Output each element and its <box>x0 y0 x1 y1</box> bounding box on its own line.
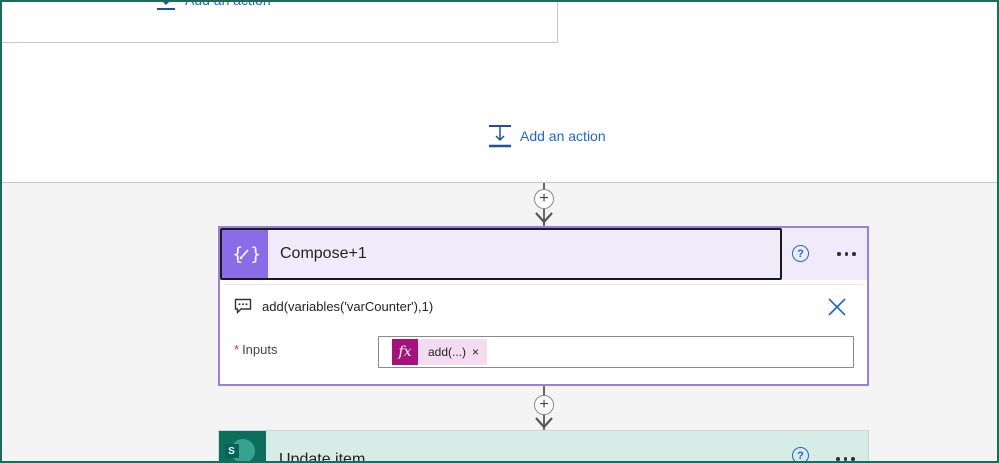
expression-token[interactable]: fx add(...) × <box>392 339 488 365</box>
flow-canvas: Add an action Add an action + {Compose+… <box>0 0 999 463</box>
compose-title[interactable]: Compose+1 <box>280 245 367 263</box>
comment-icon <box>234 298 252 314</box>
svg-text:{: { <box>232 244 243 265</box>
comment-row: add(variables('varCounter'),1) <box>234 298 433 314</box>
token-text: add(...) <box>428 345 467 359</box>
add-action-label: Add an action <box>520 128 606 144</box>
arrow-down-icon <box>535 212 553 224</box>
plus-icon: + <box>539 190 549 207</box>
compose-card-header[interactable]: { } Compose+1 ? <box>220 228 867 280</box>
add-action-link[interactable]: Add an action <box>488 124 606 148</box>
update-item-title[interactable]: Update item <box>279 451 365 461</box>
more-options-icon[interactable] <box>836 457 855 461</box>
divider <box>224 284 863 285</box>
insert-step-button[interactable]: + <box>534 395 554 415</box>
inputs-field[interactable]: fx add(...) × <box>378 336 854 368</box>
add-action-link-partial[interactable]: Add an action <box>155 0 271 11</box>
help-icon[interactable]: ? <box>792 447 809 461</box>
inputs-label: * Inputs <box>234 342 278 357</box>
compose-braces-icon: { } <box>222 230 268 278</box>
add-action-label: Add an action <box>185 0 271 8</box>
plus-icon: + <box>539 396 549 413</box>
arrow-down-icon <box>535 417 553 429</box>
update-item-action-card[interactable]: S Update item ? <box>218 430 869 461</box>
add-action-icon <box>489 125 511 148</box>
function-fx-icon: fx <box>392 339 418 365</box>
compose-action-card: { } Compose+1 ? <box>218 226 869 386</box>
svg-text:}: } <box>250 244 259 265</box>
insert-step-button[interactable]: + <box>534 189 554 209</box>
help-icon[interactable]: ? <box>792 245 809 262</box>
close-icon[interactable] <box>828 298 846 316</box>
add-action-icon <box>157 2 175 10</box>
compose-title-box[interactable]: { } Compose+1 <box>220 228 782 280</box>
sharepoint-icon: S <box>219 431 266 461</box>
scope-container: Add an action Add an action <box>2 2 997 183</box>
required-marker: * <box>234 342 240 357</box>
sharepoint-letter: S <box>224 444 239 458</box>
previous-action-card: Add an action <box>2 0 558 43</box>
comment-text: add(variables('varCounter'),1) <box>262 298 434 314</box>
token-remove-button[interactable]: × <box>472 345 487 359</box>
more-options-icon[interactable] <box>837 252 856 256</box>
